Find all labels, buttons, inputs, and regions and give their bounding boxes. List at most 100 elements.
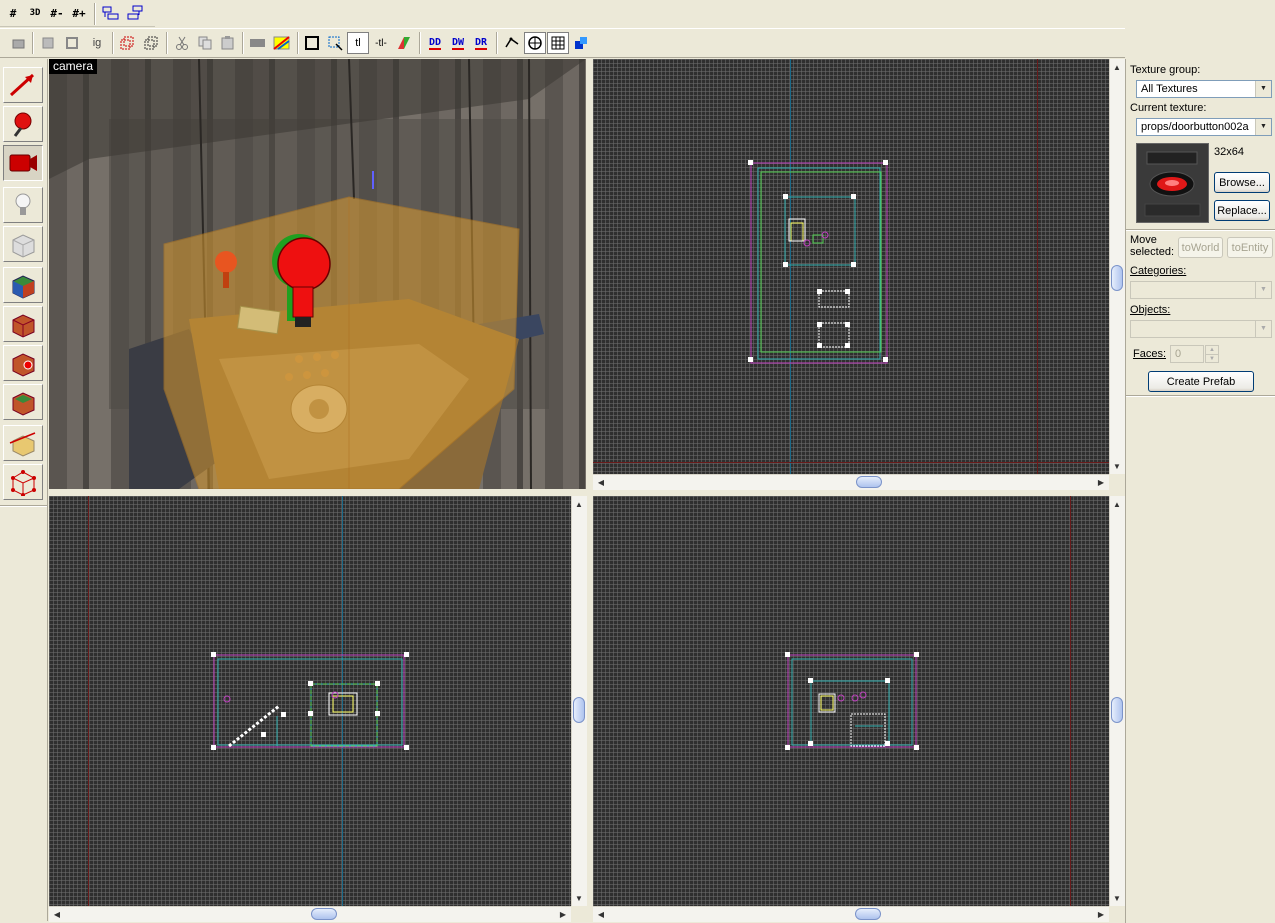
hide-selected-icon[interactable] bbox=[247, 32, 269, 54]
scroll-right-icon[interactable]: ▶ bbox=[556, 907, 570, 921]
toolbar-separator bbox=[94, 3, 96, 25]
light-bulb-icon bbox=[15, 193, 31, 215]
copy-icon[interactable] bbox=[194, 32, 216, 54]
carve-icon[interactable] bbox=[38, 32, 60, 54]
chevron-down-icon[interactable]: ▼ bbox=[1255, 81, 1271, 97]
toggle-groups-icon[interactable] bbox=[100, 2, 122, 24]
scroll-up-icon[interactable]: ▲ bbox=[572, 497, 586, 511]
toolbar-separator bbox=[419, 32, 421, 54]
scroll-down-icon[interactable]: ▼ bbox=[572, 891, 586, 905]
display-models-button[interactable]: DD bbox=[424, 32, 446, 54]
ungroup-icon[interactable] bbox=[140, 32, 162, 54]
top-2d-viewport[interactable] bbox=[593, 59, 1109, 474]
scroll-right-icon[interactable]: ▶ bbox=[1094, 907, 1108, 921]
tool-palette bbox=[0, 59, 48, 921]
ignore-groups-button[interactable]: ig bbox=[86, 32, 108, 54]
faces-input[interactable]: 0 bbox=[1170, 345, 1204, 363]
grid-3d-icon[interactable]: 3D bbox=[24, 2, 46, 24]
replace-button[interactable]: Replace... bbox=[1214, 200, 1270, 221]
larger-grid-icon[interactable]: #+ bbox=[68, 2, 90, 24]
palette-divider bbox=[0, 505, 47, 507]
selection-bounds-icon[interactable] bbox=[301, 32, 323, 54]
block-icon bbox=[12, 234, 35, 258]
texture-group-value: All Textures bbox=[1141, 83, 1198, 95]
texture-lock-button[interactable]: tl bbox=[347, 32, 369, 54]
scrollbar-thumb[interactable] bbox=[1111, 697, 1123, 723]
cut-icon[interactable] bbox=[171, 32, 193, 54]
toolbar-separator bbox=[112, 32, 114, 54]
scrollbar-thumb[interactable] bbox=[573, 697, 585, 723]
create-prefab-button[interactable]: Create Prefab bbox=[1148, 371, 1254, 392]
undo-icon[interactable] bbox=[8, 32, 30, 54]
spin-down-icon[interactable]: ▼ bbox=[1206, 355, 1218, 363]
scroll-right-icon[interactable]: ▶ bbox=[1094, 475, 1108, 489]
grid-2d-icon[interactable]: # bbox=[2, 2, 24, 24]
textured-block-icon bbox=[12, 275, 35, 299]
radar-icon[interactable] bbox=[524, 32, 546, 54]
toggle-helpers-icon[interactable] bbox=[124, 2, 146, 24]
objects-dropdown[interactable]: ▼ bbox=[1130, 320, 1272, 338]
camera-tool[interactable] bbox=[3, 145, 43, 181]
to-entity-button[interactable]: toEntity bbox=[1227, 237, 1273, 258]
scroll-up-icon[interactable]: ▲ bbox=[1110, 497, 1124, 511]
select-by-handles-icon[interactable] bbox=[324, 32, 346, 54]
texture-application-tool[interactable] bbox=[3, 267, 43, 303]
scrollbar-thumb[interactable] bbox=[1111, 265, 1123, 291]
categories-dropdown[interactable]: ▼ bbox=[1130, 281, 1272, 299]
paste-icon[interactable] bbox=[217, 32, 239, 54]
magnifier-icon bbox=[13, 112, 32, 137]
chevron-down-icon[interactable]: ▼ bbox=[1255, 321, 1271, 337]
overlay-tool[interactable] bbox=[3, 384, 43, 420]
scroll-down-icon[interactable]: ▼ bbox=[1110, 891, 1124, 905]
front-view-horizontal-scrollbar[interactable]: ◀ ▶ bbox=[49, 906, 571, 922]
entity-tool[interactable] bbox=[3, 187, 43, 223]
front-view-vertical-scrollbar[interactable]: ▲ ▼ bbox=[571, 496, 587, 906]
to-world-button[interactable]: toWorld bbox=[1178, 237, 1223, 258]
display-ropes-button[interactable]: DR bbox=[470, 32, 492, 54]
hollow-icon[interactable] bbox=[62, 32, 84, 54]
scroll-left-icon[interactable]: ◀ bbox=[50, 907, 64, 921]
scroll-down-icon[interactable]: ▼ bbox=[1110, 459, 1124, 473]
spin-up-icon[interactable]: ▲ bbox=[1206, 346, 1218, 355]
texture-size-label: 32x64 bbox=[1214, 146, 1244, 158]
scrollbar-thumb[interactable] bbox=[855, 908, 881, 920]
smoothing-groups-icon[interactable] bbox=[570, 32, 592, 54]
browse-button[interactable]: Browse... bbox=[1214, 172, 1270, 193]
faces-spinner[interactable]: ▲ ▼ bbox=[1205, 345, 1219, 363]
top-view-horizontal-scrollbar[interactable]: ◀ ▶ bbox=[593, 474, 1109, 490]
chevron-down-icon[interactable]: ▼ bbox=[1255, 282, 1271, 298]
toolbar-separator bbox=[496, 32, 498, 54]
magnify-tool[interactable] bbox=[3, 106, 43, 142]
side-2d-viewport[interactable] bbox=[593, 496, 1109, 906]
front-2d-viewport[interactable] bbox=[49, 496, 571, 906]
vertex-manipulation-icon[interactable] bbox=[501, 32, 523, 54]
toggle-cordon-icon[interactable] bbox=[393, 32, 415, 54]
side-view-horizontal-scrollbar[interactable]: ◀ ▶ bbox=[593, 906, 1109, 922]
smaller-grid-icon[interactable]: #- bbox=[46, 2, 68, 24]
arrow-pointer-icon bbox=[9, 73, 35, 97]
scrollbar-thumb[interactable] bbox=[856, 476, 882, 488]
group-icon[interactable] bbox=[116, 32, 138, 54]
camera-viewport[interactable]: camera bbox=[49, 59, 586, 489]
texture-group-dropdown[interactable]: All Textures ▼ bbox=[1136, 80, 1272, 98]
display-walls-button[interactable]: DW bbox=[447, 32, 469, 54]
scale-texture-lock-button[interactable]: -tl- bbox=[370, 32, 392, 54]
block-tool[interactable] bbox=[3, 226, 43, 262]
scroll-left-icon[interactable]: ◀ bbox=[594, 475, 608, 489]
wireframe-icon[interactable] bbox=[547, 32, 569, 54]
texture-lock-icon[interactable] bbox=[271, 32, 293, 54]
apply-current-texture-tool[interactable] bbox=[3, 306, 43, 342]
scroll-left-icon[interactable]: ◀ bbox=[594, 907, 608, 921]
top-view-vertical-scrollbar[interactable]: ▲ ▼ bbox=[1109, 59, 1125, 474]
camera-icon bbox=[9, 154, 37, 172]
side-view-vertical-scrollbar[interactable]: ▲ ▼ bbox=[1109, 496, 1125, 906]
vertex-tool[interactable] bbox=[3, 464, 43, 500]
scrollbar-thumb[interactable] bbox=[311, 908, 337, 920]
decal-tool[interactable] bbox=[3, 345, 43, 381]
clipping-tool[interactable] bbox=[3, 425, 43, 461]
chevron-down-icon[interactable]: ▼ bbox=[1255, 119, 1271, 135]
selection-tool[interactable] bbox=[3, 67, 43, 103]
scroll-up-icon[interactable]: ▲ bbox=[1110, 60, 1124, 74]
current-texture-dropdown[interactable]: props/doorbutton002a ▼ bbox=[1136, 118, 1272, 136]
top-view-geometry bbox=[748, 160, 888, 364]
